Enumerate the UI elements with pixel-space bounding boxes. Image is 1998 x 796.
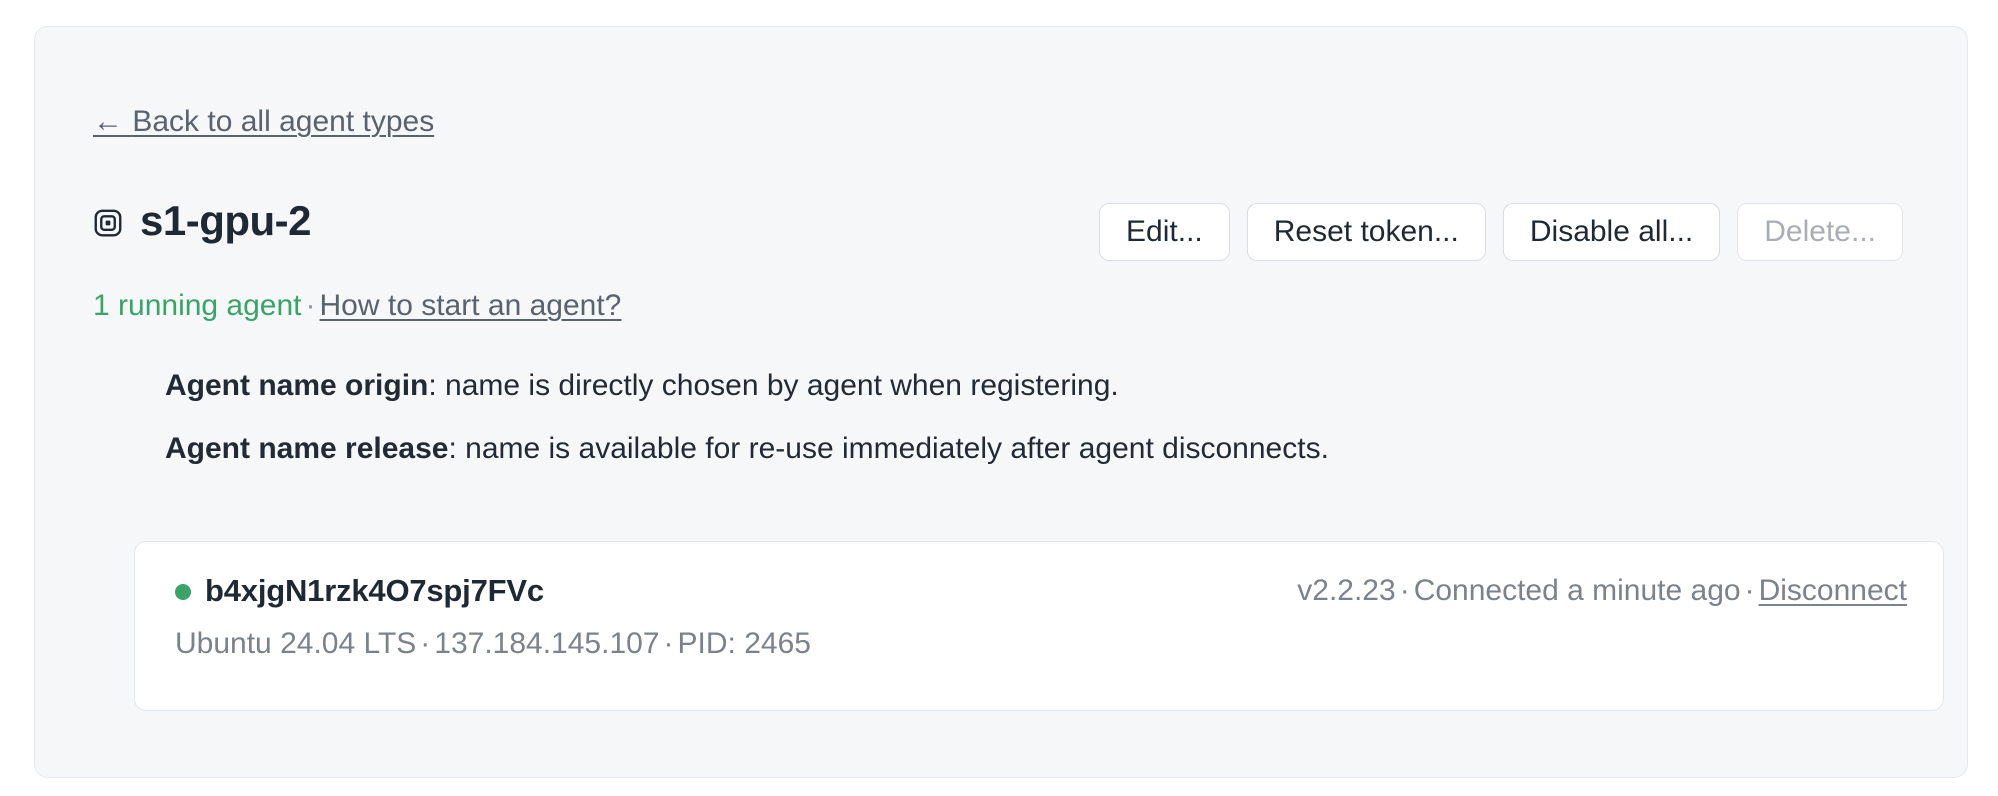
agent-version: v2.2.23 xyxy=(1297,574,1396,607)
disable-all-button[interactable]: Disable all... xyxy=(1502,203,1721,261)
agent-online-status-dot xyxy=(175,584,191,600)
agent-name-origin-detail: Agent name origin: name is directly chos… xyxy=(165,367,1119,405)
back-link-label: Back to all agent types xyxy=(132,105,435,138)
agent-info-separator-1: · xyxy=(420,627,431,660)
how-to-start-an-agent-link[interactable]: How to start an agent? xyxy=(320,289,622,322)
action-button-group: Edit... Reset token... Disable all... De… xyxy=(1099,203,1903,261)
edit-button[interactable]: Edit... xyxy=(1099,203,1230,261)
page-title-row: s1-gpu-2 xyxy=(93,197,312,245)
agent-system-info: Ubuntu 24.04 LTS · 137.184.145.107 · PID: 24… xyxy=(175,625,811,663)
agent-pid: PID: 2465 xyxy=(677,627,811,660)
agent-name-release-term: Agent name release xyxy=(165,432,449,465)
running-agents-status: 1 running agent · How to start an agent? xyxy=(93,287,621,325)
status-separator: · xyxy=(305,289,316,322)
disconnect-link[interactable]: Disconnect xyxy=(1759,574,1907,607)
agent-name-release-detail: Agent name release: name is available fo… xyxy=(165,430,1329,468)
agent-connected-time: Connected a minute ago xyxy=(1413,574,1741,607)
agent-identity: b4xjgN1rzk4O7spj7FVc xyxy=(175,572,544,610)
delete-button: Delete... xyxy=(1737,203,1903,261)
agent-name-origin-term: Agent name origin xyxy=(165,369,429,402)
agent-card[interactable]: b4xjgN1rzk4O7spj7FVc v2.2.23 · Connected a… xyxy=(134,541,1944,711)
agent-meta-separator-2: · xyxy=(1744,574,1755,607)
agent-name-origin-description: : name is directly chosen by agent when … xyxy=(428,369,1119,402)
agent-meta-separator-1: · xyxy=(1399,574,1410,607)
agent-os: Ubuntu 24.04 LTS xyxy=(175,627,417,660)
agent-type-panel: ← Back to all agent types s1-gpu-2 Edit.… xyxy=(34,26,1968,778)
page-title: s1-gpu-2 xyxy=(140,197,312,244)
running-agent-count: 1 running agent xyxy=(93,289,302,322)
back-to-all-agent-types-link[interactable]: ← Back to all agent types xyxy=(93,103,434,141)
page-root: ← Back to all agent types s1-gpu-2 Edit.… xyxy=(0,0,1998,796)
agent-ip-address: 137.184.145.107 xyxy=(434,627,660,660)
agent-info-separator-2: · xyxy=(663,627,674,660)
agent-name-release-description: : name is available for re-use immediate… xyxy=(448,432,1329,465)
agent-card-top-row: b4xjgN1rzk4O7spj7FVc v2.2.23 · Connected a… xyxy=(175,572,1907,610)
agent-id: b4xjgN1rzk4O7spj7FVc xyxy=(205,573,544,608)
agent-type-box-icon xyxy=(93,208,123,238)
reset-token-button[interactable]: Reset token... xyxy=(1246,203,1486,261)
agent-connection-meta: v2.2.23 · Connected a minute ago · Disconnec… xyxy=(1297,572,1907,610)
back-arrow-icon: ← xyxy=(93,105,124,138)
